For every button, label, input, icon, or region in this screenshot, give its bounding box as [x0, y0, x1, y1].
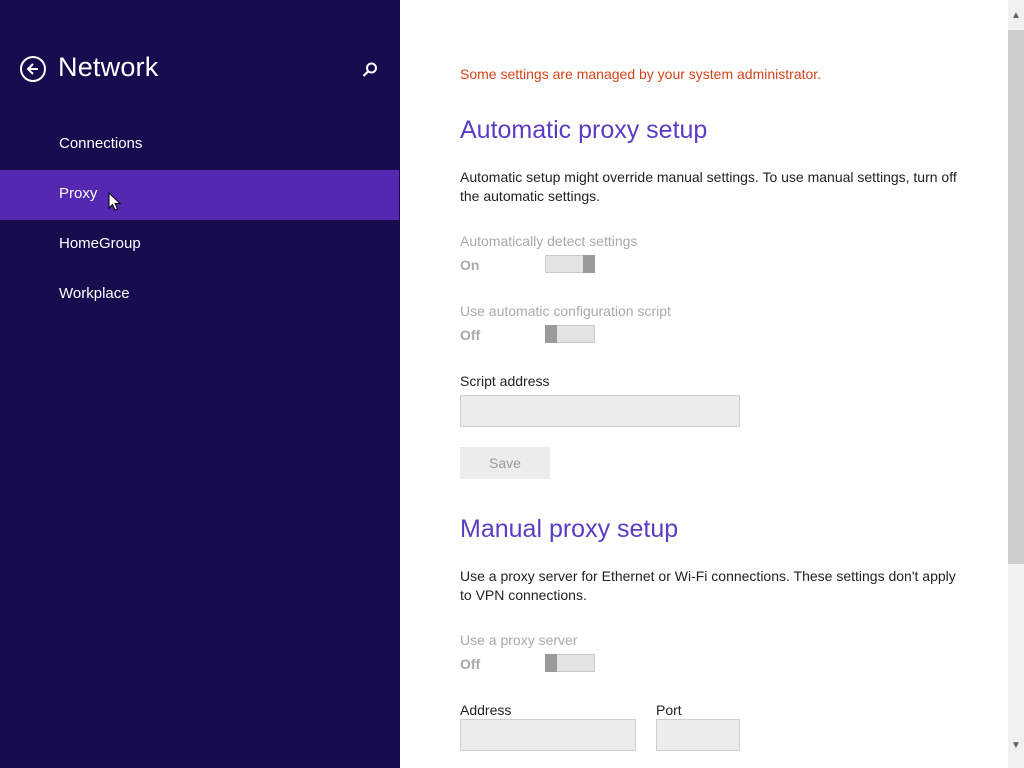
config-script-toggle[interactable]	[545, 325, 595, 343]
back-arrow-circle-icon[interactable]	[20, 56, 46, 82]
main-content: Some settings are managed by your system…	[400, 0, 1008, 768]
sidebar-item-label: Proxy	[59, 185, 98, 202]
port-input[interactable]	[656, 719, 740, 751]
detect-settings-toggle[interactable]	[545, 255, 595, 273]
detect-settings-label: Automatically detect settings	[460, 233, 638, 249]
config-script-state: Off	[460, 327, 481, 343]
script-address-label: Script address	[460, 373, 550, 389]
scroll-up-arrow-icon[interactable]: ▲	[1008, 8, 1024, 24]
sidebar: Network Connections Proxy HomeGroup Work…	[0, 0, 400, 768]
toggle-knob	[545, 325, 557, 343]
sidebar-item-label: Workplace	[59, 285, 130, 302]
detect-settings-state: On	[460, 257, 480, 273]
scrollbar-thumb[interactable]	[1008, 30, 1024, 564]
sidebar-item-homegroup[interactable]: HomeGroup	[0, 220, 399, 270]
toggle-knob	[545, 654, 557, 672]
port-label: Port	[656, 702, 682, 718]
sidebar-item-label: Connections	[59, 135, 143, 152]
sidebar-item-proxy[interactable]: Proxy	[0, 170, 399, 220]
use-proxy-label: Use a proxy server	[460, 632, 578, 648]
sidebar-item-connections[interactable]: Connections	[0, 120, 399, 170]
script-address-input[interactable]	[460, 395, 740, 427]
scroll-down-arrow-icon[interactable]: ▼	[1008, 738, 1024, 754]
address-label: Address	[460, 702, 512, 718]
automatic-proxy-heading: Automatic proxy setup	[460, 116, 708, 144]
vertical-scrollbar[interactable]: ▲ ▼	[1008, 0, 1024, 768]
admin-managed-notice: Some settings are managed by your system…	[460, 66, 822, 82]
save-button[interactable]: Save	[460, 447, 550, 479]
manual-proxy-heading: Manual proxy setup	[460, 515, 679, 543]
use-proxy-state: Off	[460, 656, 481, 672]
config-script-label: Use automatic configuration script	[460, 303, 671, 319]
sidebar-item-label: HomeGroup	[59, 235, 141, 252]
search-icon[interactable]	[360, 60, 380, 80]
sidebar-title: Network	[58, 52, 159, 82]
use-proxy-toggle[interactable]	[545, 654, 595, 672]
address-input[interactable]	[460, 719, 636, 751]
sidebar-item-workplace[interactable]: Workplace	[0, 270, 399, 320]
mouse-cursor-icon	[108, 192, 122, 211]
automatic-proxy-description: Automatic setup might override manual se…	[460, 169, 957, 204]
manual-proxy-description: Use a proxy server for Ethernet or Wi-Fi…	[460, 568, 956, 603]
toggle-knob	[583, 255, 595, 273]
